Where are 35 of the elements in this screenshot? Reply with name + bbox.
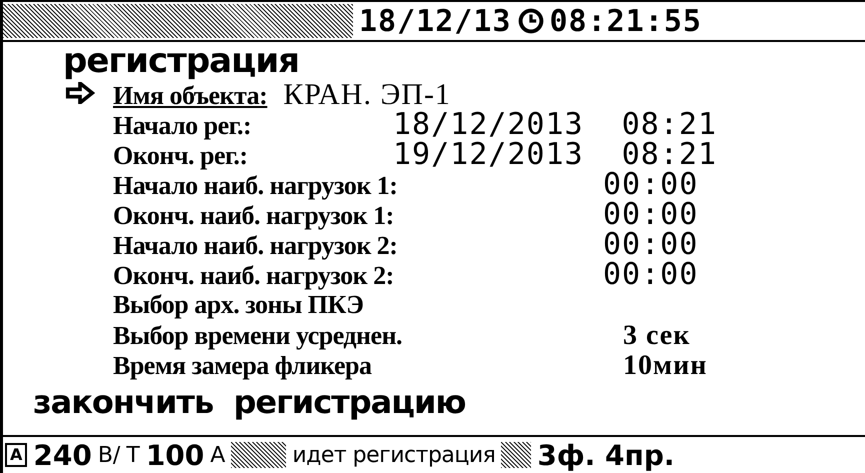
date-text: 18/12/13: [359, 4, 512, 38]
menu-item[interactable]: Выбор арх. зоны ПКЭ: [113, 290, 623, 320]
menu-item[interactable]: Время замера фликера: [113, 351, 623, 381]
mode-indicator: A: [5, 443, 28, 467]
voltage-text: 240: [33, 438, 92, 472]
unit-text: В/: [98, 442, 120, 468]
hatched-block: [501, 442, 532, 468]
value-text: 00:00: [603, 260, 698, 290]
menu-item[interactable]: Имя объекта:: [113, 81, 268, 111]
pointer-icon: [65, 82, 95, 104]
menu-item[interactable]: Оконч. наиб. нагрузок 1:: [113, 201, 603, 231]
value-text: 10мин: [623, 350, 708, 382]
value-text: 3 сек: [623, 320, 690, 352]
scheme-text: 3ф. 4пр.: [537, 438, 675, 472]
value-text: КРАН. ЭП-1: [283, 80, 451, 110]
value-text: 00:00: [603, 200, 698, 230]
menu-item[interactable]: Начало наиб. нагрузок 2:: [113, 231, 603, 261]
unit-text: А: [210, 442, 226, 468]
clock-icon: [518, 8, 544, 34]
value-text: 00:00: [603, 230, 698, 260]
menu-item[interactable]: Выбор времени усреднен.: [113, 321, 623, 351]
menu-item[interactable]: Оконч. наиб. нагрузок 2:: [113, 261, 603, 291]
finish-option[interactable]: закончить регистрацию: [33, 380, 865, 424]
value-text: 00:00: [603, 170, 698, 200]
current-text: 100: [146, 438, 204, 472]
menu-item[interactable]: Начало наиб. нагрузок 1:: [113, 171, 603, 201]
menu-item[interactable]: Оконч. рег.:: [113, 141, 393, 171]
menu-item[interactable]: Начало рег.:: [113, 111, 393, 141]
ct-label: Т: [126, 442, 140, 468]
status-message: идет регистрация: [292, 442, 496, 468]
screen-title: регистрация: [63, 42, 300, 80]
hatched-block: [231, 442, 286, 468]
value-text: 18/12/2013 08:21: [393, 110, 718, 140]
value-text: 19/12/2013 08:21: [393, 140, 718, 170]
time-text: 08:21:55: [550, 4, 702, 38]
